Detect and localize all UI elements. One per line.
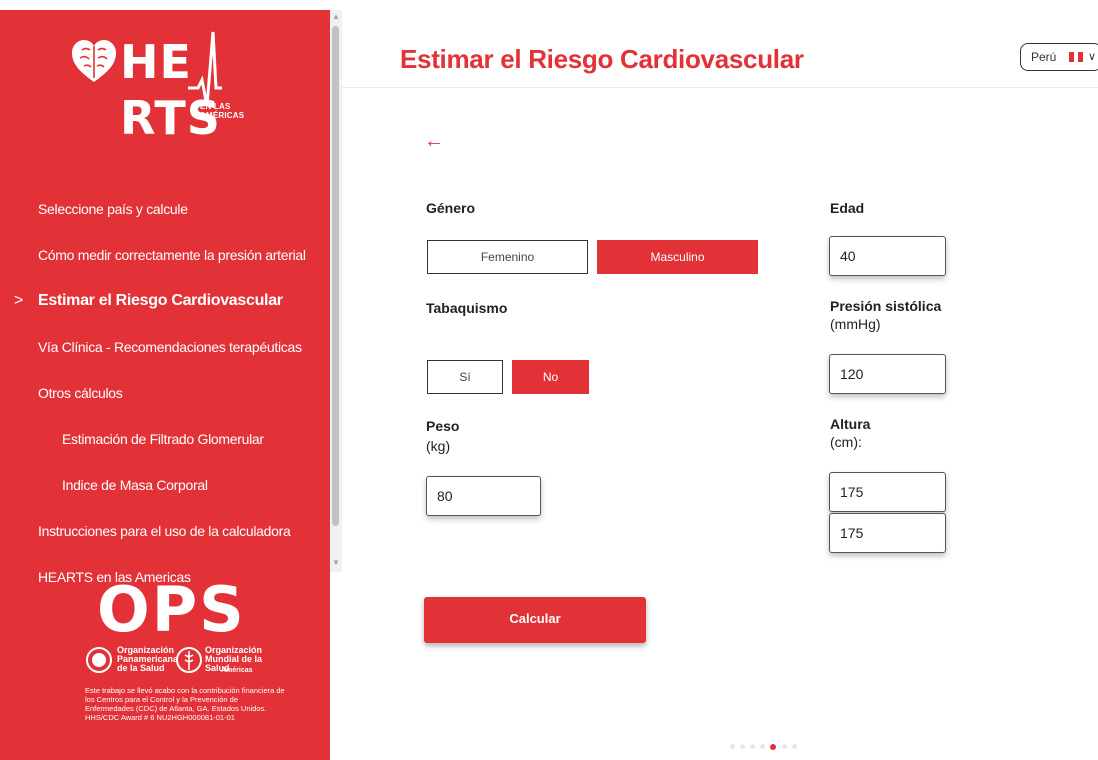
presion-sistolica-label: Presión sistólica — [830, 298, 942, 314]
tabaquismo-si-option[interactable]: Sí — [427, 360, 503, 394]
sidebar-item-via-clinica[interactable]: Vía Clínica - Recomendaciones terapéutic… — [0, 332, 330, 362]
calcular-button[interactable]: Calcular — [424, 597, 646, 643]
presion-sistolica-input[interactable]: 120 — [829, 354, 946, 394]
altura-input[interactable]: 175 — [829, 472, 946, 512]
page-title: Estimar el Riesgo Cardiovascular — [400, 44, 804, 74]
org-logos: Organización Panamericana de la Salud Or… — [85, 644, 285, 684]
country-selector-value: Perú — [1031, 50, 1057, 64]
page-header: Estimar el Riesgo Cardiovascular Perú ∨ — [342, 10, 1098, 88]
peso-unit: (kg) — [426, 438, 451, 454]
page-dot[interactable] — [782, 744, 787, 749]
paho-emblem-icon — [86, 647, 112, 673]
sidebar-scrollbar-thumb[interactable] — [332, 26, 339, 526]
page-dot[interactable] — [760, 744, 765, 749]
sidebar-item-masa-corporal[interactable]: Indice de Masa Corporal — [0, 470, 330, 500]
altura-autocomplete-suggestion[interactable]: 175 — [829, 513, 946, 553]
page-dot-active[interactable] — [770, 743, 776, 750]
page-dot[interactable] — [740, 744, 745, 749]
tabaquismo-no-option[interactable]: No — [512, 360, 589, 394]
tabaquismo-label: Tabaquismo — [426, 300, 508, 316]
brain-heart-icon — [72, 40, 116, 82]
who-emblem-icon — [176, 647, 202, 673]
sidebar-item-medir-presion[interactable]: Cómo medir correctamente la presión arte… — [0, 240, 330, 270]
ecg-line-icon — [188, 31, 222, 107]
altura-unit: (cm): — [830, 434, 862, 450]
page-dot[interactable] — [750, 744, 755, 749]
sidebar-item-riesgo-cardiovascular[interactable]: > Estimar el Riesgo Cardiovascular — [0, 286, 330, 316]
scroll-down-arrow-icon[interactable]: ▼ — [331, 558, 341, 568]
peru-flag-icon — [1069, 52, 1083, 62]
sidebar-item-instrucciones[interactable]: Instrucciones para el uso de la calculad… — [0, 516, 330, 546]
peso-input[interactable]: 80 — [426, 476, 541, 516]
edad-label: Edad — [830, 200, 865, 216]
sidebar-item-filtrado-glomerular[interactable]: Estimación de Filtrado Glomerular — [0, 424, 330, 454]
presion-sistolica-unit: (mmHg) — [830, 316, 881, 332]
org1-line3: de la Salud — [117, 663, 165, 673]
altura-label: Altura — [830, 416, 871, 432]
funding-credit: Este trabajo se llevó acabo con la contr… — [85, 686, 285, 722]
ops-logo-text: OPS — [97, 573, 246, 646]
chevron-right-icon: > — [14, 292, 24, 309]
scroll-up-arrow-icon[interactable]: ▲ — [331, 12, 341, 22]
logo-subtitle: EN LAS AMÉRICAS — [200, 102, 245, 120]
page-dot[interactable] — [730, 744, 735, 749]
sidebar: HE RTS EN LAS AMÉRICAS Seleccione país y… — [0, 10, 330, 760]
edad-input[interactable]: 40 — [829, 236, 946, 276]
genero-femenino-option[interactable]: Femenino — [427, 240, 588, 274]
page-dot[interactable] — [792, 744, 797, 749]
genero-label: Género — [426, 200, 476, 216]
hearts-logo[interactable]: HE RTS EN LAS AMÉRICAS — [70, 31, 270, 145]
genero-masculino-option[interactable]: Masculino — [597, 240, 758, 274]
country-selector[interactable]: Perú ∨ — [1020, 43, 1098, 71]
back-arrow-icon[interactable]: ← — [424, 130, 444, 153]
chevron-down-icon: ∨ — [1088, 51, 1097, 63]
sidebar-item-otros-calculos[interactable]: Otros cálculos — [0, 378, 330, 408]
org2-line3: Américas — [221, 667, 253, 674]
peso-label: Peso — [426, 418, 460, 434]
sidebar-item-seleccione-pais[interactable]: Seleccione país y calcule — [0, 194, 330, 224]
